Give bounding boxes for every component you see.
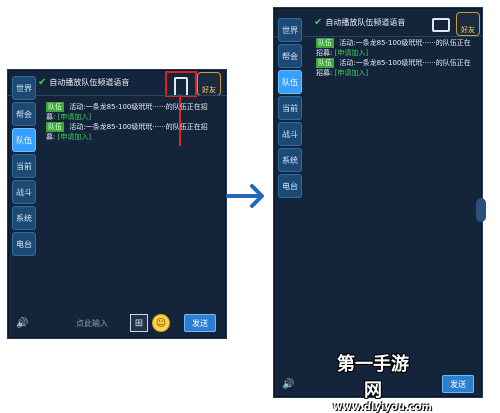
watermark-title: 第一手游网 (337, 354, 409, 401)
apply-link[interactable]: [申请加入] (58, 133, 91, 141)
tab-world[interactable]: 世界 (12, 76, 36, 100)
divider (274, 36, 482, 37)
tab-current[interactable]: 当前 (12, 154, 36, 178)
tab-radio[interactable]: 电台 (12, 232, 36, 256)
team-badge: 队伍 (316, 38, 334, 48)
chat-message-1: 队伍 活动:一条龙85-100级玳玳······的队伍正在招募: [申请加入] (316, 38, 472, 58)
scroll-handle[interactable] (476, 198, 486, 222)
watermark: 第一手游网 www.dlyiyou.com (333, 350, 432, 413)
auto-voice-label: 自动播放队伍频道语音 (325, 17, 406, 27)
tab-battle[interactable]: 战斗 (12, 180, 36, 204)
team-badge: 队伍 (316, 58, 334, 68)
channel-tabs: 世界 帮会 队伍 当前 战斗 系统 电台 (12, 76, 36, 258)
apply-link[interactable]: [申请加入] (335, 49, 368, 57)
speaker-icon[interactable]: 🔊 (282, 379, 294, 390)
tab-system[interactable]: 系统 (278, 148, 302, 172)
gift-icon[interactable]: ⊞ (130, 314, 148, 332)
send-button[interactable]: 发送 (184, 314, 216, 332)
chat-message-2: 队伍 活动:一条龙85-100级玳玳······的队伍正在招募: [申请加入] (46, 122, 216, 142)
send-button[interactable]: 发送 (442, 375, 474, 393)
divider (8, 95, 226, 96)
input-bar: 🔊 点此输入 ⊞ ☺ 发送 (8, 308, 226, 338)
arrow-right-icon (226, 184, 264, 208)
team-badge: 队伍 (46, 122, 64, 132)
emoji-icon[interactable]: ☺ (152, 314, 170, 332)
tab-world[interactable]: 世界 (278, 18, 302, 42)
chat-message-1: 队伍 活动:一条龙85-100级玳玳······的队伍正在招募: [申请加入] (46, 102, 216, 122)
tab-system[interactable]: 系统 (12, 206, 36, 230)
friend-button[interactable]: 好友 (197, 72, 221, 96)
chat-panel-after: 世界 帮会 队伍 当前 战斗 系统 电台 ✔ 自动播放队伍频道语音 好友 队伍 … (273, 7, 486, 398)
chat-message-2: 队伍 活动:一条龙85-100级玳玳······的队伍正在招募: [申请加入] (316, 58, 472, 78)
tab-battle[interactable]: 战斗 (278, 122, 302, 146)
watermark-url: www.dlyiyou.com (333, 402, 432, 413)
tab-guild[interactable]: 帮会 (278, 44, 302, 68)
team-badge: 队伍 (46, 102, 64, 112)
chat-panel-before: 世界 帮会 队伍 当前 战斗 系统 电台 ✔ 自动播放队伍频道语音 好友 队伍 … (7, 69, 227, 339)
auto-voice-toggle[interactable]: ✔ 自动播放队伍频道语音 (314, 14, 448, 30)
tab-current[interactable]: 当前 (278, 96, 302, 120)
speaker-icon[interactable]: 🔊 (16, 318, 28, 329)
check-icon: ✔ (314, 16, 323, 28)
highlight-box (165, 71, 197, 97)
tab-team[interactable]: 队伍 (12, 128, 36, 152)
tab-team[interactable]: 队伍 (278, 70, 302, 94)
channel-tabs: 世界 帮会 队伍 当前 战斗 系统 电台 (278, 18, 302, 200)
tab-guild[interactable]: 帮会 (12, 102, 36, 126)
check-icon: ✔ (38, 76, 47, 88)
apply-link[interactable]: [申请加入] (58, 113, 91, 121)
phone-icon[interactable] (432, 18, 450, 32)
friend-button[interactable]: 好友 (456, 12, 480, 36)
tab-radio[interactable]: 电台 (278, 174, 302, 198)
apply-link[interactable]: [申请加入] (335, 69, 368, 77)
auto-voice-label: 自动播放队伍频道语音 (49, 77, 130, 87)
